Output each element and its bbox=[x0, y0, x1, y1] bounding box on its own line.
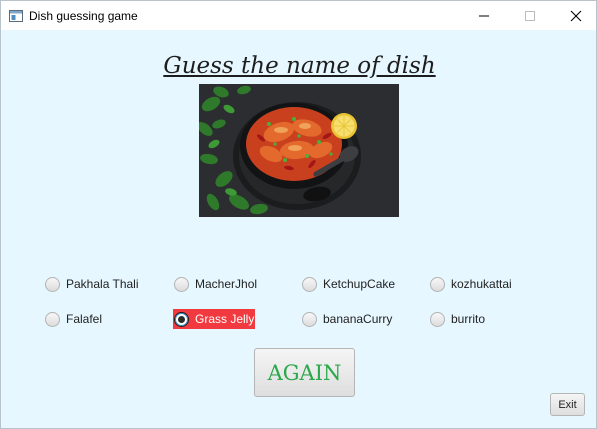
option-label: kozhukattai bbox=[451, 277, 512, 291]
option-label: MacherJhol bbox=[195, 277, 258, 291]
title-bar: Dish guessing game bbox=[1, 1, 596, 30]
again-button[interactable]: AGAIN bbox=[254, 348, 355, 397]
dish-photo bbox=[199, 84, 399, 217]
radio-button[interactable] bbox=[45, 276, 60, 292]
radio-button[interactable] bbox=[430, 276, 445, 292]
radio-button[interactable] bbox=[302, 276, 317, 292]
minimize-icon bbox=[479, 15, 489, 16]
option-label: KetchupCake bbox=[323, 277, 396, 291]
close-icon bbox=[570, 10, 582, 21]
radio-button[interactable] bbox=[430, 311, 445, 327]
option-grass-jelly[interactable]: Grass Jelly bbox=[173, 309, 256, 329]
option-label: burrito bbox=[451, 312, 486, 326]
app-window: Dish guessing game Guess the name of dis… bbox=[0, 0, 597, 429]
option-kozhukattai[interactable]: kozhukattai bbox=[430, 275, 512, 293]
minimize-button[interactable] bbox=[461, 1, 507, 30]
maximize-button[interactable] bbox=[507, 1, 553, 30]
option-label: bananaCurry bbox=[323, 312, 393, 326]
option-macherjhol[interactable]: MacherJhol bbox=[174, 275, 257, 293]
close-button[interactable] bbox=[553, 1, 597, 30]
radio-button[interactable] bbox=[174, 276, 189, 292]
option-ketchupcake[interactable]: KetchupCake bbox=[302, 275, 395, 293]
window-title: Dish guessing game bbox=[29, 8, 138, 23]
radio-button[interactable] bbox=[302, 311, 317, 327]
radio-button[interactable] bbox=[45, 311, 60, 327]
maximize-icon bbox=[525, 10, 535, 21]
option-pakhala-thali[interactable]: Pakhala Thali bbox=[45, 275, 139, 293]
option-label: Grass Jelly bbox=[195, 312, 255, 326]
app-window-icon bbox=[9, 9, 23, 22]
option-burrito[interactable]: burrito bbox=[430, 310, 485, 328]
option-falafel[interactable]: Falafel bbox=[45, 310, 102, 328]
radio-button-selected[interactable] bbox=[174, 311, 189, 327]
option-label: Pakhala Thali bbox=[66, 277, 139, 291]
page-title: Guess the name of dish bbox=[163, 53, 436, 79]
option-label: Falafel bbox=[66, 312, 103, 326]
option-bananacurry[interactable]: bananaCurry bbox=[302, 310, 392, 328]
exit-button[interactable]: Exit bbox=[550, 393, 585, 416]
